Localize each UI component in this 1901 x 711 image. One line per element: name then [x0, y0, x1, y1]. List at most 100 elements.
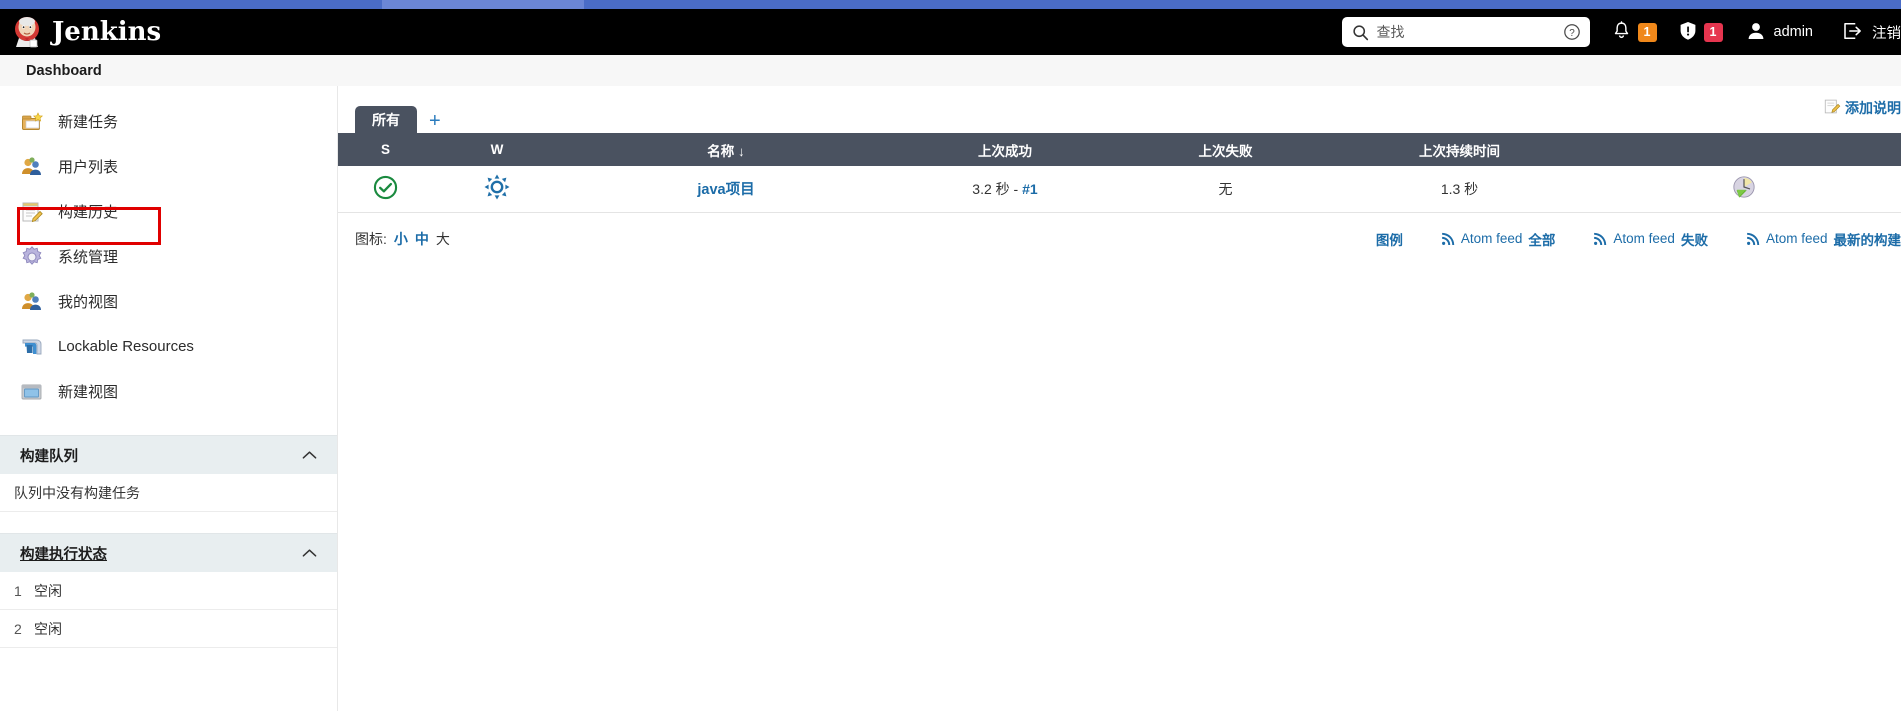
search-box[interactable]: ?	[1341, 17, 1590, 47]
atom-feed-suffix: 失败	[1680, 232, 1708, 248]
icon-size-selector: 图标: 小 中 大	[355, 229, 450, 249]
job-name-link[interactable]: java项目	[697, 182, 754, 198]
legend-link[interactable]: 图例	[1376, 229, 1403, 249]
breadcrumb-item-dashboard[interactable]: Dashboard	[26, 63, 102, 79]
icon-size-label: 图标:	[355, 230, 387, 247]
gear-icon	[22, 245, 42, 265]
add-description-link[interactable]: 添加说明	[1824, 98, 1901, 118]
header-actions: ? 1 1	[1341, 9, 1901, 55]
cell-last-duration: 1.3 秒	[1440, 180, 1479, 197]
atom-feed-latest-link[interactable]: Atom feed 最新的构建	[1746, 229, 1901, 249]
executor-row[interactable]: 1 空闲	[0, 572, 337, 610]
help-circle-icon[interactable]: ?	[1563, 23, 1581, 41]
sidebar-item-lockable-resources[interactable]: Lockable Resources	[0, 324, 337, 369]
security-warnings-button[interactable]: 1	[1679, 9, 1723, 55]
column-header-last-failure[interactable]: 上次失败	[1119, 133, 1332, 166]
tab-all[interactable]: 所有	[355, 106, 417, 133]
last-success-separator: -	[1013, 180, 1019, 197]
build-executor-title: 构建执行状态	[20, 546, 107, 563]
column-header-weather[interactable]: W	[433, 133, 561, 166]
build-queue-header[interactable]: 构建队列	[0, 435, 337, 474]
user-menu-button[interactable]: admin	[1747, 9, 1814, 55]
breadcrumb: Dashboard	[0, 55, 1901, 86]
sidebar-item-label: 新建任务	[58, 114, 119, 131]
icon-size-large[interactable]: 大	[436, 229, 450, 249]
schedule-build-icon[interactable]	[1732, 176, 1756, 202]
people-icon	[22, 156, 41, 175]
security-count-badge: 1	[1703, 22, 1723, 42]
icon-size-small[interactable]: 小	[394, 229, 408, 249]
executor-number: 2	[14, 620, 22, 637]
cell-last-failure: 无	[1218, 180, 1233, 197]
sidebar-item-new-view[interactable]: 新建视图	[0, 369, 337, 414]
cell-weather	[433, 166, 561, 212]
column-header-name[interactable]: 名称 ↓	[561, 133, 891, 166]
build-queue-title: 构建队列	[20, 448, 78, 465]
build-history-icon	[22, 202, 43, 222]
executor-status: 空闲	[34, 620, 62, 637]
edit-icon	[1824, 98, 1841, 118]
browser-tab[interactable]	[382, 0, 584, 9]
build-queue-empty-row: 队列中没有构建任务	[0, 474, 337, 512]
user-name-label: admin	[1773, 24, 1814, 40]
shield-alert-icon	[1679, 21, 1697, 44]
new-job-icon	[22, 111, 44, 130]
cell-last-success: 3.2 秒 - #1	[891, 166, 1119, 212]
app-title: Jenkins	[52, 17, 162, 47]
notifications-button[interactable]: 1	[1612, 9, 1657, 55]
cell-status	[338, 166, 433, 212]
sidebar-item-build-history[interactable]: 构建历史	[0, 189, 337, 234]
jenkins-logo-link[interactable]: Jenkins	[12, 16, 161, 48]
sidebar-item-manage-jenkins[interactable]: 系统管理	[0, 234, 337, 279]
success-check-icon[interactable]	[373, 175, 398, 203]
logout-icon	[1843, 21, 1863, 44]
app-header: Jenkins ?	[0, 9, 1901, 55]
executor-row[interactable]: 2 空闲	[0, 610, 337, 648]
column-header-status[interactable]: S	[338, 133, 433, 166]
chevron-up-icon[interactable]	[302, 548, 317, 558]
view-tabs: 所有 +	[355, 104, 1901, 133]
atom-feed-suffix: 最新的构建	[1833, 232, 1901, 248]
table-row[interactable]: java项目 3.2 秒 - #1 无 1.3 秒	[338, 166, 1901, 212]
search-input[interactable]	[1376, 21, 1552, 43]
icon-size-medium[interactable]: 中	[415, 229, 429, 249]
add-view-tab[interactable]: +	[429, 111, 441, 133]
last-success-build-link[interactable]: #1	[1022, 181, 1038, 197]
legend-label: 图例	[1375, 232, 1403, 248]
new-view-icon	[21, 384, 42, 399]
page-body: 新建任务 用户列表 构建历史 系统管理 我的视图 Lockable Resour…	[0, 86, 1901, 711]
sidebar: 新建任务 用户列表 构建历史 系统管理 我的视图 Lockable Resour…	[0, 86, 338, 711]
chevron-up-icon[interactable]	[302, 450, 317, 460]
logout-button[interactable]: 注销	[1843, 9, 1901, 55]
build-executor-header[interactable]: 构建执行状态	[0, 533, 337, 572]
add-description-label: 添加说明	[1845, 100, 1901, 116]
column-header-name-label: 名称	[707, 143, 735, 159]
jobs-table-body: java项目 3.2 秒 - #1 无 1.3 秒	[338, 166, 1901, 212]
executor-number: 1	[14, 582, 22, 599]
column-header-actions	[1587, 133, 1901, 166]
atom-feed-all-link[interactable]: Atom feed 全部	[1441, 229, 1556, 249]
jobs-table: S W 名称 ↓ 上次成功 上次失败 上次持续时间 java项目 3.2 秒 -…	[338, 133, 1901, 213]
executor-status: 空闲	[34, 582, 62, 599]
column-header-last-duration[interactable]: 上次持续时间	[1332, 133, 1587, 166]
person-icon	[1747, 21, 1765, 44]
main-content: 添加说明 所有 + S W 名称 ↓ 上次成功 上次失败 上次持续时间 java…	[338, 86, 1901, 711]
people-icon	[22, 291, 41, 310]
atom-feed-prefix: Atom feed	[1460, 231, 1523, 246]
atom-feed-suffix: 全部	[1528, 232, 1556, 248]
sunny-icon[interactable]	[484, 174, 510, 203]
sidebar-item-new-job[interactable]: 新建任务	[0, 99, 337, 144]
atom-feed-failures-link[interactable]: Atom feed 失败	[1593, 229, 1708, 249]
sidebar-item-my-views[interactable]: 我的视图	[0, 279, 337, 324]
column-header-last-success[interactable]: 上次成功	[891, 133, 1119, 166]
browser-chrome-strip	[0, 0, 1901, 9]
logout-label: 注销	[1872, 25, 1901, 42]
sidebar-item-label: 我的视图	[58, 294, 119, 311]
jobs-table-header-row: S W 名称 ↓ 上次成功 上次失败 上次持续时间	[338, 133, 1901, 166]
sidebar-item-label: 用户列表	[58, 159, 119, 176]
sidebar-item-user-list[interactable]: 用户列表	[0, 144, 337, 189]
sort-descending-icon: ↓	[738, 143, 745, 159]
sidebar-item-label: 系统管理	[58, 249, 119, 266]
bell-icon	[1612, 20, 1631, 44]
